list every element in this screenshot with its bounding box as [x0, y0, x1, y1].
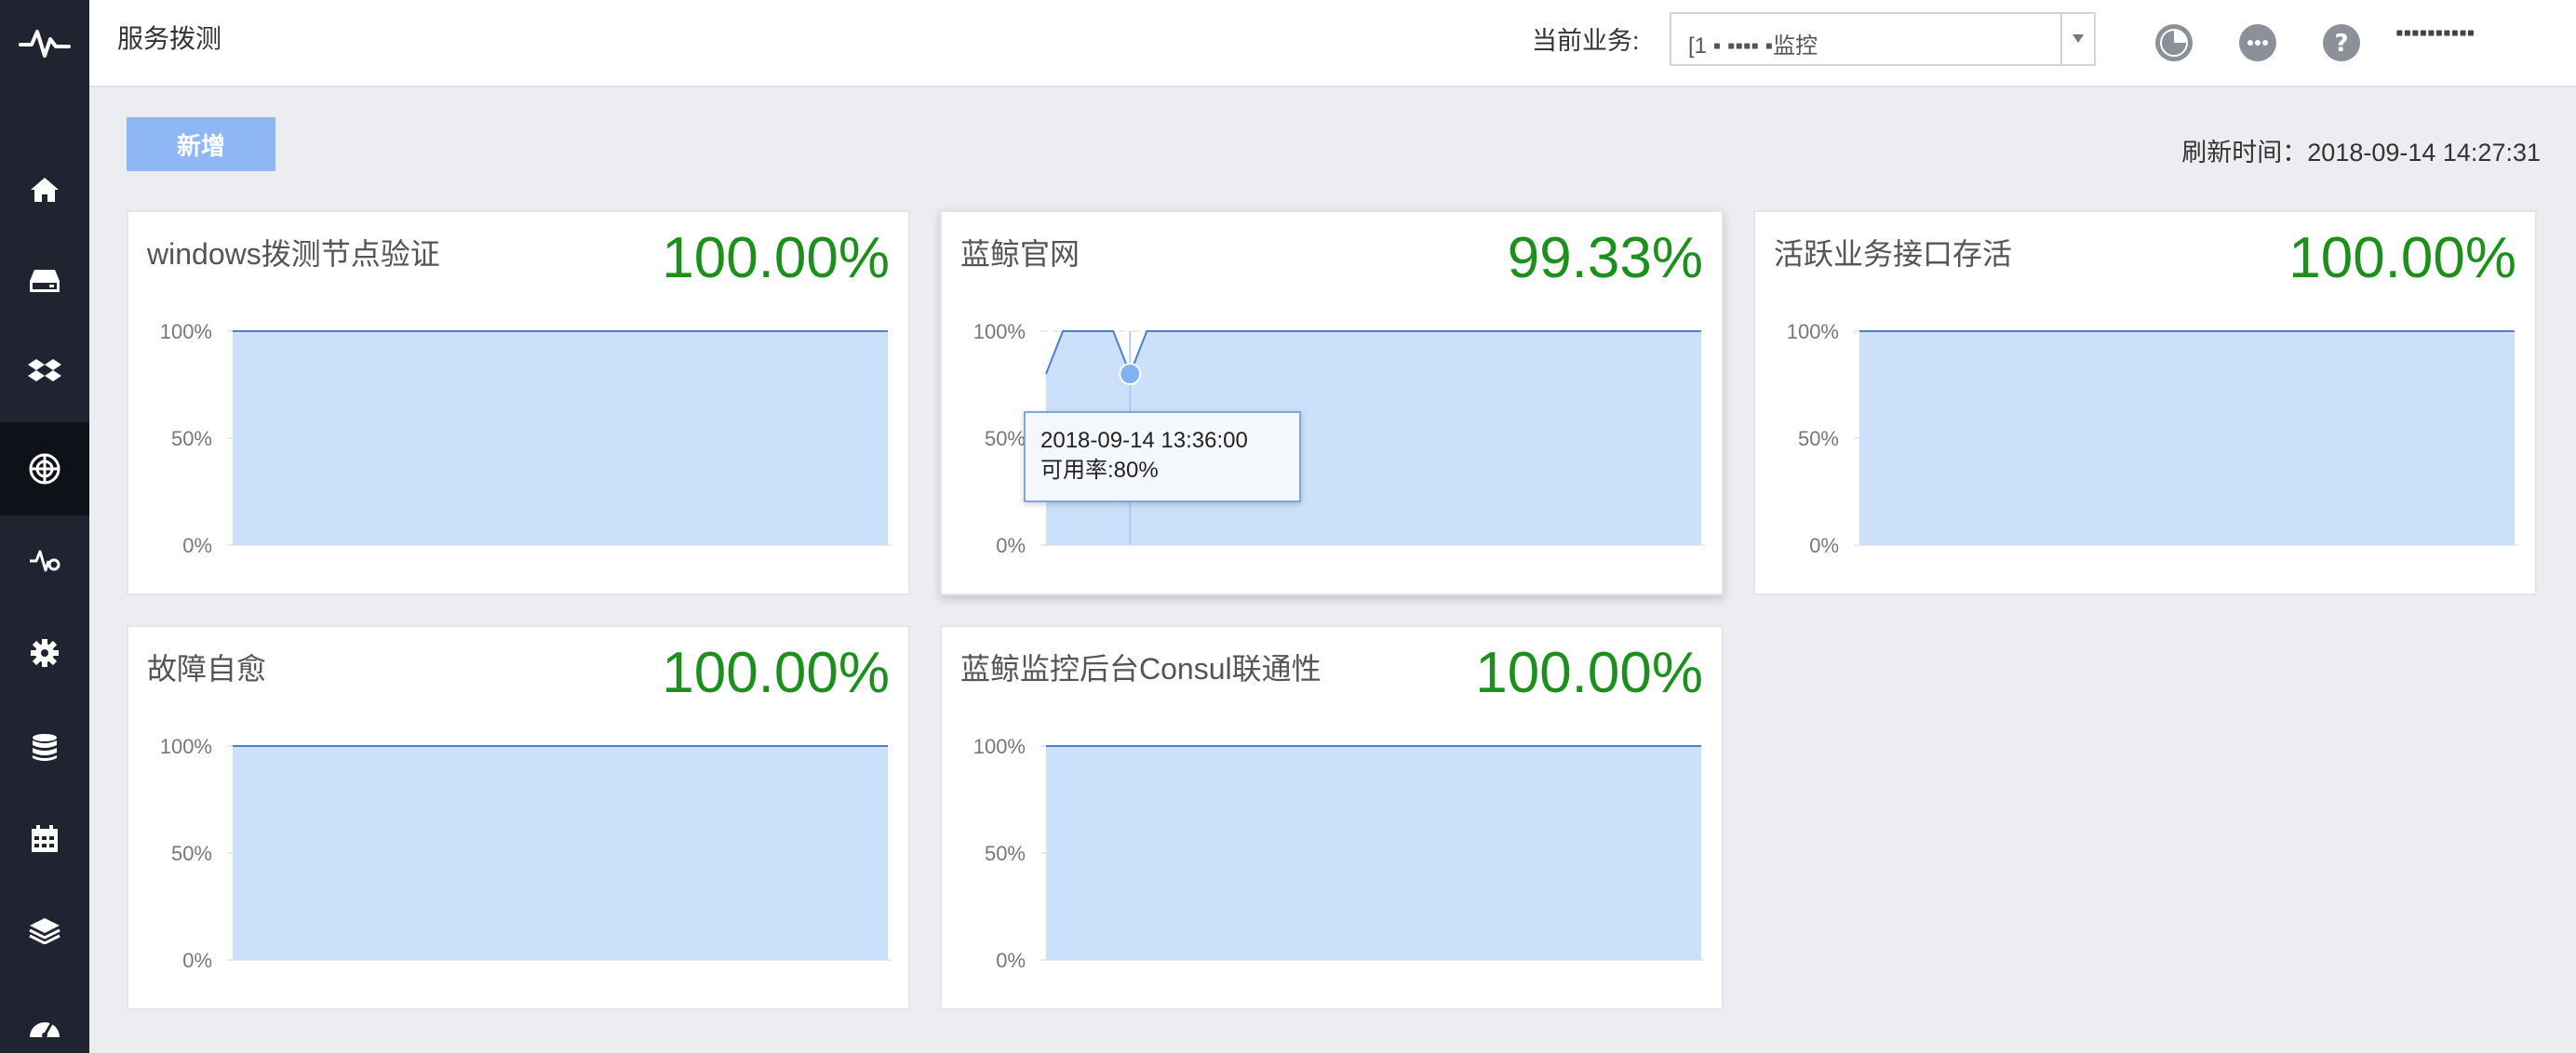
- pulse-logo-icon: [19, 30, 71, 58]
- card-title: 活跃业务接口存活: [1774, 237, 2013, 271]
- more-button[interactable]: [2239, 24, 2276, 61]
- y-tick-label: 50%: [171, 842, 212, 865]
- sidebar-item-layers[interactable]: [0, 884, 89, 977]
- pie-chart-icon: [2160, 29, 2188, 57]
- business-select-value: [1 ▪ ▪▪▪▪ ▪监控: [1688, 33, 1818, 59]
- chevron-down-icon: [2073, 34, 2084, 43]
- series-area: [1046, 746, 1701, 960]
- y-tick-label: 0%: [182, 534, 212, 557]
- dropbox-icon: [28, 359, 61, 381]
- page-title: 服务拨测: [117, 24, 222, 53]
- gear-icon: [31, 639, 59, 667]
- username[interactable]: ▪▪▪▪▪▪▪▪▪▪: [2395, 20, 2554, 47]
- more-icon: [2247, 40, 2268, 46]
- availability-rate: 99.33%: [1507, 226, 1703, 290]
- probe-card[interactable]: 100% 50% 0% 蓝鲸监控后台Consul联通性 100.00%: [940, 625, 1724, 1010]
- sidebar-item-settings[interactable]: [0, 606, 89, 700]
- card-title: 蓝鲸监控后台Consul联通性: [960, 652, 1322, 686]
- y-tick-label: 100%: [973, 320, 1026, 343]
- sidebar: [0, 0, 89, 1053]
- card-title: 故障自愈: [147, 652, 267, 686]
- svg-text:?: ?: [2334, 30, 2348, 58]
- series-area: [1859, 331, 2515, 545]
- sidebar-item-dropbox[interactable]: [0, 326, 89, 419]
- card-title: 蓝鲸官网: [960, 237, 1080, 271]
- sidebar-item-calendar[interactable]: [0, 793, 89, 886]
- tooltip-time: 2018-09-14 13:36:00: [1040, 428, 1248, 453]
- tooltip-value: 可用率:80%: [1040, 458, 1159, 483]
- y-tick-label: 0%: [996, 534, 1026, 557]
- series-area: [233, 746, 888, 960]
- chart-tooltip: 2018-09-14 13:36:00 可用率:80%: [1024, 411, 1301, 502]
- y-tick-label: 100%: [160, 735, 212, 758]
- calendar-icon: [32, 825, 58, 852]
- dial-test-icon: [29, 453, 60, 485]
- business-label: 当前业务:: [1532, 27, 1640, 55]
- y-tick-label: 0%: [996, 949, 1026, 972]
- dropdown-toggle[interactable]: [2060, 14, 2094, 64]
- pie-chart-button[interactable]: [2155, 24, 2193, 61]
- top-bar: 服务拨测 当前业务: [1 ▪ ▪▪▪▪ ▪监控 ? ▪▪▪▪▪▪▪▪▪▪: [89, 0, 2576, 87]
- y-tick-label: 100%: [973, 735, 1026, 758]
- availability-rate: 100.00%: [662, 226, 890, 290]
- availability-rate: 100.00%: [2288, 226, 2516, 290]
- card-title: windows拨测节点验证: [147, 237, 440, 271]
- database-icon: [33, 734, 57, 761]
- add-button[interactable]: 新增: [127, 117, 275, 171]
- sidebar-item-storage[interactable]: [0, 234, 89, 327]
- app-logo[interactable]: [0, 0, 89, 86]
- y-tick-label: 50%: [985, 842, 1026, 865]
- probe-card[interactable]: 100% 50% 0% 故障自愈 100.00%: [127, 625, 910, 1010]
- sidebar-item-dial-test[interactable]: [0, 422, 89, 515]
- business-select[interactable]: [1 ▪ ▪▪▪▪ ▪监控: [1670, 12, 2096, 66]
- y-tick-label: 50%: [171, 427, 212, 450]
- y-tick-label: 50%: [985, 427, 1026, 450]
- probe-card[interactable]: 100% 50% 0% 活跃业务接口存活 100.00%: [1753, 210, 2537, 595]
- availability-rate: 100.00%: [662, 641, 890, 705]
- sidebar-item-database[interactable]: [0, 701, 89, 794]
- pulse-settings-icon: [30, 550, 60, 572]
- storage-icon: [30, 270, 60, 292]
- y-tick-label: 0%: [1809, 534, 1839, 557]
- y-tick-label: 100%: [160, 320, 212, 343]
- series-area: [233, 331, 888, 545]
- sidebar-item-dashboard[interactable]: [0, 979, 89, 1053]
- layers-icon: [29, 918, 60, 944]
- sidebar-item-home[interactable]: [0, 143, 89, 236]
- sidebar-item-pulse-settings[interactable]: [0, 513, 89, 606]
- dashboard-icon: [30, 1021, 60, 1038]
- help-button[interactable]: ?: [2323, 24, 2360, 61]
- probe-card[interactable]: 100% 50% 0% 蓝鲸官网 99.33% 2018-09-14 13:36:0…: [940, 210, 1724, 595]
- highlight-point: [1119, 363, 1142, 385]
- home-icon: [31, 178, 59, 202]
- y-tick-label: 50%: [1798, 427, 1839, 450]
- y-tick-label: 0%: [182, 949, 212, 972]
- y-tick-label: 100%: [1787, 320, 1839, 343]
- refresh-time: 刷新时间：2018-09-14 14:27:31: [2181, 139, 2541, 167]
- help-icon: ?: [2334, 30, 2348, 58]
- probe-card[interactable]: 100% 50% 0% windows拨测节点验证 100.00%: [127, 210, 910, 595]
- availability-rate: 100.00%: [1475, 641, 1703, 705]
